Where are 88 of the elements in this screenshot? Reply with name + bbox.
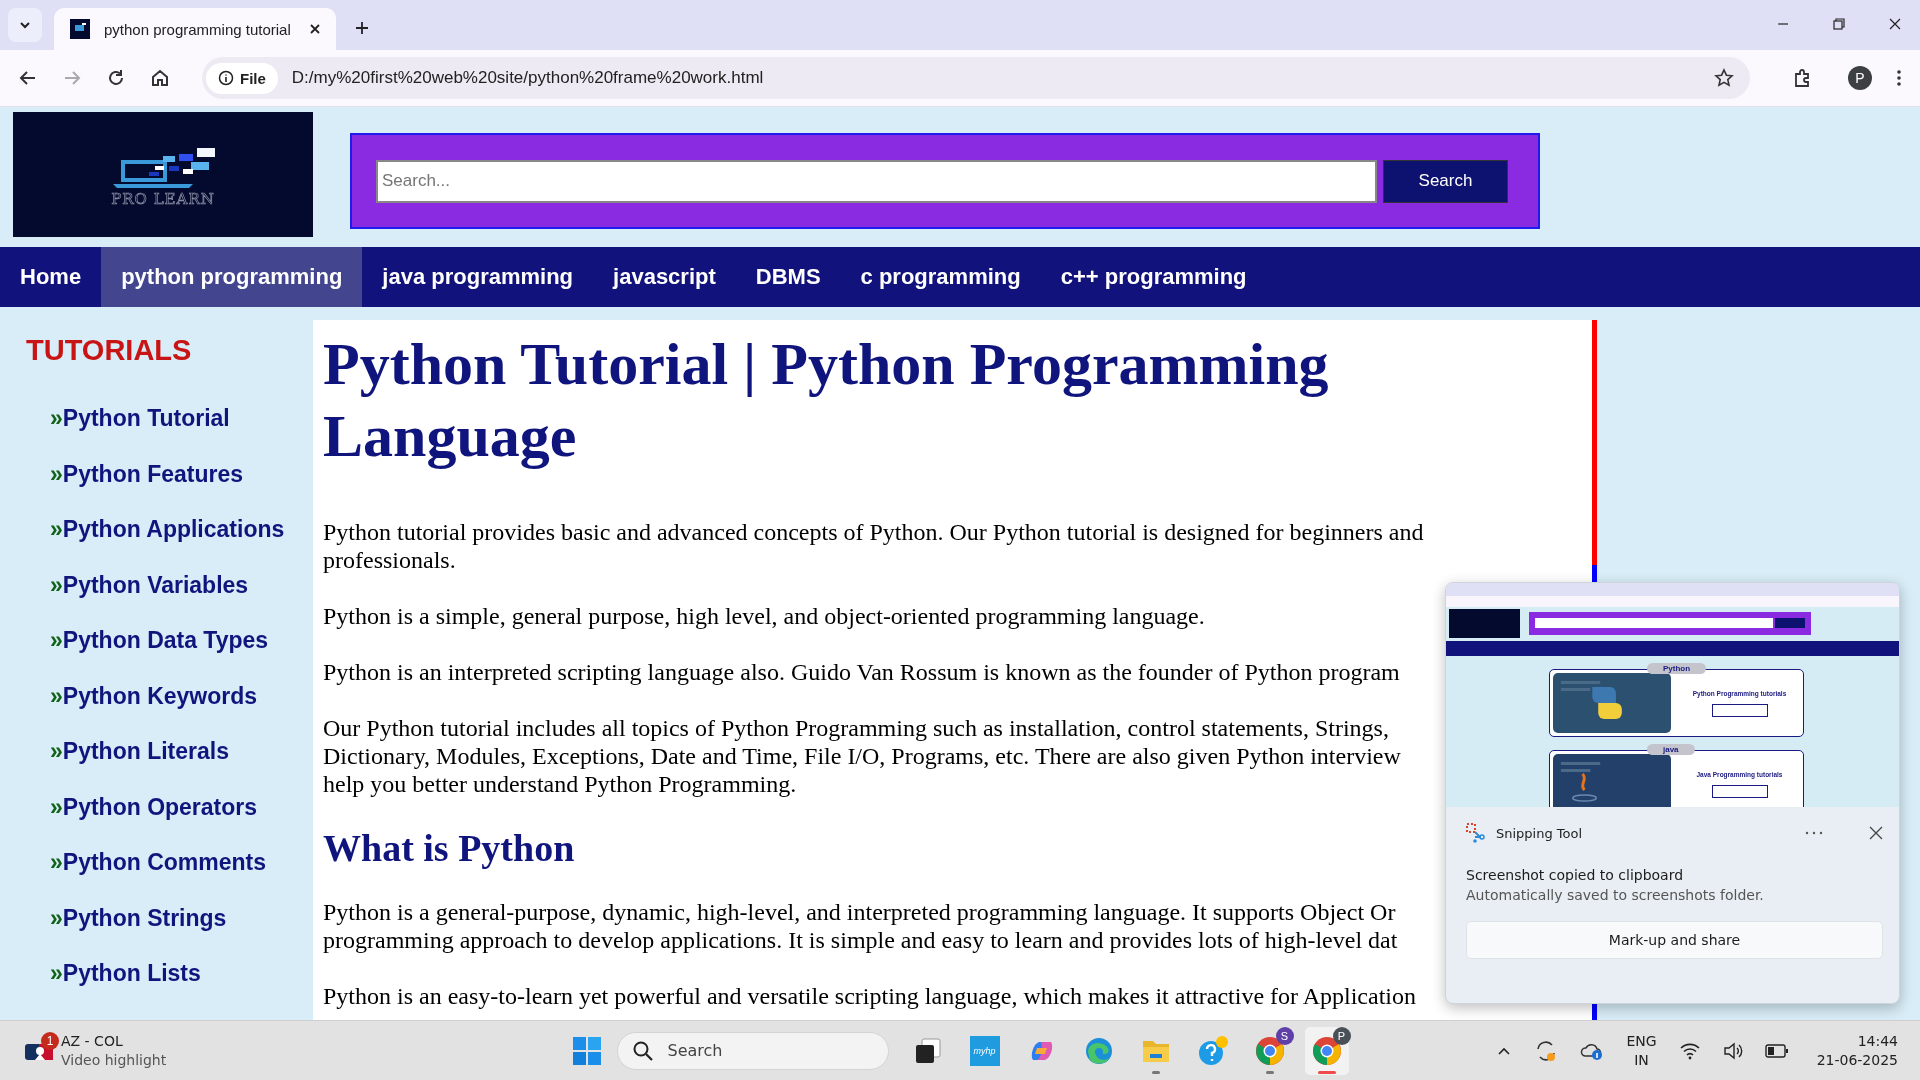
nav-link[interactable]: c++ programming bbox=[1040, 247, 1267, 307]
paragraph: Python is a general-purpose, dynamic, high-level, and interpreted programming language. It supports Object Or programming approach to develop applications. It is simple and easy to learn and provides lots of high-level dat bbox=[323, 898, 1398, 954]
notification-message: Automatically saved to screenshots folder. bbox=[1466, 887, 1765, 903]
date-text: 21-06-2025 bbox=[1816, 1050, 1898, 1070]
close-icon[interactable] bbox=[1869, 826, 1883, 840]
laptop-icon bbox=[70, 19, 90, 39]
card-tag: java bbox=[1647, 744, 1695, 755]
profile-badge: P bbox=[1332, 1026, 1351, 1045]
browser-tab[interactable]: python programming tutorial bbox=[54, 8, 336, 50]
mini-button bbox=[1711, 784, 1768, 798]
tab-list-button[interactable] bbox=[8, 8, 42, 42]
wifi-icon[interactable] bbox=[1678, 1041, 1701, 1060]
markup-button[interactable]: Mark-up and share bbox=[1466, 921, 1883, 959]
battery-icon[interactable] bbox=[1764, 1043, 1789, 1058]
time-text: 14:44 bbox=[1857, 1031, 1898, 1051]
paragraph: Our Python tutorial includes all topics of Python Programming such as installation, control statements, Strings, Dictionary, Modules, Exceptions, Date and Time, File I/O, Programs, etc. There are also given Python interview help you better understand Python Programming. bbox=[323, 714, 1401, 798]
sidebar-link[interactable]: »Python Variables bbox=[0, 569, 313, 625]
paragraph: Python is an easy-to-learn yet powerful and versatile scripting language, which makes it attractive for Application bbox=[323, 982, 1416, 1010]
search-field[interactable]: Search... bbox=[376, 159, 1377, 203]
task-view-icon bbox=[913, 1036, 942, 1065]
search-icon bbox=[631, 1039, 654, 1062]
nav-link[interactable]: c programming bbox=[840, 247, 1041, 307]
restore-icon[interactable] bbox=[1832, 17, 1846, 31]
help-icon bbox=[1196, 1034, 1229, 1067]
sidebar-link[interactable]: »Python Data Types bbox=[0, 625, 313, 681]
language-code: ENG bbox=[1626, 1031, 1657, 1051]
paragraph: Python is a simple, general purpose, high level, and object-oriented programming language. bbox=[323, 602, 1205, 630]
taskbar-search-field[interactable]: Search bbox=[616, 1031, 889, 1070]
more-icon[interactable] bbox=[1805, 831, 1823, 835]
logo-text: PRO LEARN bbox=[111, 189, 215, 208]
profile-badge: S bbox=[1275, 1026, 1294, 1045]
section-heading: What is Python bbox=[323, 826, 575, 870]
sidebar-link[interactable]: »Python Literals bbox=[0, 736, 313, 792]
info-icon bbox=[218, 70, 234, 86]
sidebar-link[interactable]: »Python Operators bbox=[0, 791, 313, 847]
nav-link[interactable]: Home bbox=[0, 247, 102, 307]
language-indicator[interactable]: ENG IN bbox=[1626, 1031, 1657, 1070]
reload-icon[interactable] bbox=[106, 68, 126, 88]
new-tab-icon[interactable] bbox=[354, 20, 370, 36]
notification-title: Screenshot copied to clipboard bbox=[1466, 867, 1685, 883]
sidebar-link[interactable]: »Python Features bbox=[0, 458, 313, 514]
tab-title: python programming tutorial bbox=[104, 20, 292, 38]
edge-icon bbox=[1083, 1035, 1114, 1066]
close-icon[interactable] bbox=[1888, 17, 1902, 31]
paragraph: Python tutorial provides basic and advanced concepts of Python. Our Python tutorial is designed for beginners and professionals. bbox=[323, 518, 1424, 574]
url-text: D:/my%20first%20web%20site/python%20frame%20work.html bbox=[291, 68, 765, 88]
sidebar-link[interactable]: »Python Applications bbox=[0, 514, 313, 570]
search-placeholder: Search bbox=[667, 1041, 723, 1060]
chip-label: File bbox=[240, 69, 266, 87]
chrome-icon bbox=[1310, 1034, 1343, 1067]
taskbar-app[interactable]: S bbox=[1247, 1026, 1292, 1075]
card-tag: Python bbox=[1647, 663, 1707, 674]
nav-link[interactable]: python programming bbox=[101, 247, 363, 307]
sidebar-link[interactable]: »Python Tutorial bbox=[0, 403, 313, 459]
menu-icon[interactable] bbox=[1896, 68, 1902, 88]
sidebar-title: TUTORIALS bbox=[25, 334, 193, 367]
windows-start-icon[interactable] bbox=[571, 1035, 602, 1066]
widget-button[interactable]: 1 AZ - COL Video highlight bbox=[25, 1031, 572, 1070]
mini-button bbox=[1711, 703, 1768, 717]
home-icon[interactable] bbox=[150, 68, 170, 88]
scissors-icon bbox=[1466, 823, 1486, 843]
sidebar-link[interactable]: »Python Lists bbox=[0, 958, 313, 1014]
address-bar[interactable]: File D:/my%20first%20web%20site/python%20frame%20work.html bbox=[202, 57, 1750, 99]
speaker-icon[interactable] bbox=[1722, 1041, 1743, 1060]
mini-logo bbox=[1449, 608, 1520, 638]
mini-search-button bbox=[1775, 618, 1805, 628]
app-name: Snipping Tool bbox=[1496, 825, 1584, 841]
page-title: Python Tutorial | Python Programming Language bbox=[323, 330, 1330, 471]
hp-app-icon: myhp bbox=[969, 1035, 1000, 1066]
language-code: IN bbox=[1634, 1050, 1649, 1070]
widget-title: AZ - COL bbox=[61, 1031, 124, 1051]
clock[interactable]: 14:44 21-06-2025 bbox=[1816, 1031, 1898, 1070]
sidebar-link[interactable]: »Python Keywords bbox=[0, 680, 313, 736]
paragraph: Python is an interpreted scripting language also. Guido Van Rossum is known as the founder of Python program bbox=[323, 658, 1400, 686]
taskbar-app[interactable]: P bbox=[1304, 1026, 1349, 1075]
nav-link[interactable]: DBMS bbox=[735, 247, 841, 307]
star-icon[interactable] bbox=[1714, 68, 1734, 88]
notification-badge: 1 bbox=[41, 1031, 59, 1050]
sidebar-link[interactable]: »Python Comments bbox=[0, 847, 313, 903]
site-info-chip[interactable]: File bbox=[206, 62, 278, 94]
nav-link[interactable]: javascript bbox=[593, 247, 736, 307]
sidebar-link[interactable]: »Python Strings bbox=[0, 902, 313, 958]
chrome-icon bbox=[1253, 1034, 1286, 1067]
search-button[interactable]: Search bbox=[1383, 159, 1508, 203]
widget-subtitle: Video highlight bbox=[61, 1050, 167, 1070]
profile-avatar[interactable]: P bbox=[1848, 66, 1872, 90]
nav-link[interactable]: java programming bbox=[362, 247, 594, 307]
close-icon[interactable] bbox=[308, 22, 322, 36]
